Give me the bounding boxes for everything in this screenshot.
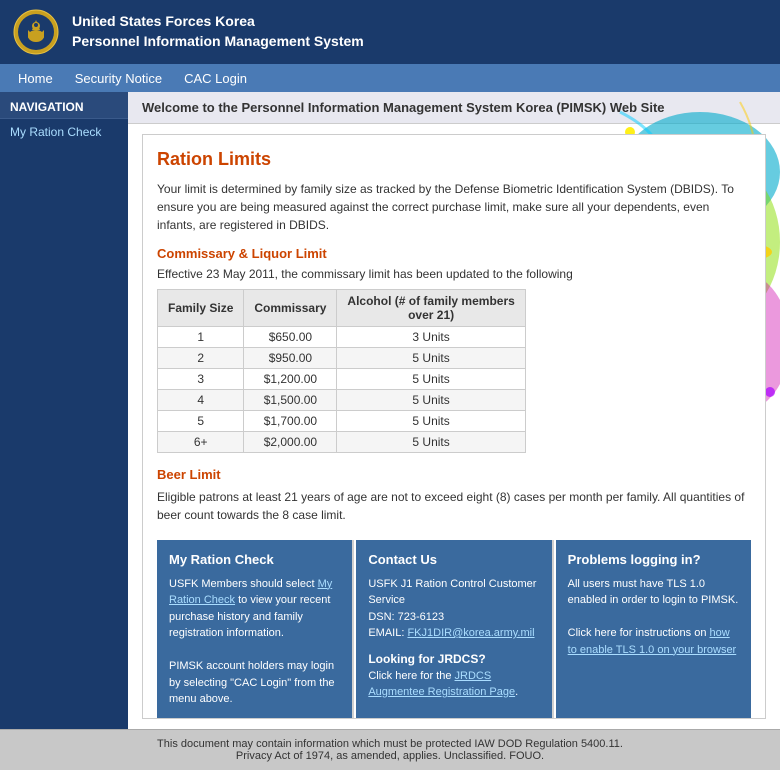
- col-commissary: Commissary: [244, 290, 337, 327]
- footer: This document may contain information wh…: [0, 729, 780, 770]
- page-title-bar: Welcome to the Personnel Information Man…: [128, 92, 780, 124]
- header-title: United States Forces Korea Personnel Inf…: [72, 12, 364, 51]
- section-title: Ration Limits: [157, 149, 751, 170]
- table-row: 3$1,200.005 Units: [158, 369, 526, 390]
- intro-text: Your limit is determined by family size …: [157, 180, 751, 234]
- sidebar-item-my-ration-check[interactable]: My Ration Check: [0, 119, 128, 145]
- table-row: 2$950.005 Units: [158, 348, 526, 369]
- info-box-contact: Contact Us USFK J1 Ration Control Custom…: [356, 540, 553, 718]
- logo-icon: [12, 8, 60, 56]
- navbar: Home Security Notice CAC Login: [0, 64, 780, 92]
- table-row: 1$650.003 Units: [158, 327, 526, 348]
- info-box-2-title: Contact Us: [368, 550, 539, 570]
- info-box-1-title: My Ration Check: [169, 550, 340, 570]
- nav-security-notice[interactable]: Security Notice: [65, 67, 172, 90]
- nav-cac-login[interactable]: CAC Login: [174, 67, 257, 90]
- header: United States Forces Korea Personnel Inf…: [0, 0, 780, 64]
- jrdcs-link[interactable]: JRDCS Augmentee Registration Page: [368, 670, 515, 699]
- table-row: 4$1,500.005 Units: [158, 390, 526, 411]
- content-area: Welcome to the Personnel Information Man…: [128, 92, 780, 729]
- info-box-2-body: USFK J1 Ration Control Customer Service …: [368, 576, 539, 642]
- beer-limit-title: Beer Limit: [157, 467, 751, 482]
- col-family-size: Family Size: [158, 290, 244, 327]
- tls-instructions-link[interactable]: how to enable TLS 1.0 on your browser: [568, 627, 737, 656]
- info-box-login-help: Problems logging in? All users must have…: [556, 540, 751, 718]
- table-row: 6+$2,000.005 Units: [158, 432, 526, 453]
- col-alcohol: Alcohol (# of family membersover 21): [337, 290, 525, 327]
- info-box-3-body: All users must have TLS 1.0 enabled in o…: [568, 576, 739, 659]
- sidebar: NAVIGATION My Ration Check: [0, 92, 128, 729]
- sidebar-nav-label: NAVIGATION: [0, 92, 128, 119]
- jrdcs-text: Click here for the JRDCS Augmentee Regis…: [368, 668, 539, 701]
- beer-limit-text: Eligible patrons at least 21 years of ag…: [157, 488, 751, 524]
- looking-for-jrdcs-title: Looking for JRDCS?: [368, 650, 539, 668]
- ration-check-link[interactable]: My Ration Check: [169, 578, 332, 607]
- commissary-title: Commissary & Liquor Limit: [157, 246, 751, 261]
- footer-line2: Privacy Act of 1974, as amended, applies…: [8, 750, 772, 762]
- effective-text: Effective 23 May 2011, the commissary li…: [157, 267, 751, 281]
- main-layout: NAVIGATION My Ration Check: [0, 92, 780, 729]
- info-boxes: My Ration Check USFK Members should sele…: [143, 540, 765, 718]
- info-box-1-body: USFK Members should select My Ration Che…: [169, 576, 340, 708]
- info-box-ration-check: My Ration Check USFK Members should sele…: [157, 540, 354, 718]
- nav-home[interactable]: Home: [8, 67, 63, 90]
- ration-table: Family Size Commissary Alcohol (# of fam…: [157, 289, 526, 453]
- table-row: 5$1,700.005 Units: [158, 411, 526, 432]
- footer-line1: This document may contain information wh…: [8, 738, 772, 750]
- contact-email-link[interactable]: FKJ1DIR@korea.army.mil: [407, 627, 534, 639]
- info-box-3-title: Problems logging in?: [568, 550, 739, 570]
